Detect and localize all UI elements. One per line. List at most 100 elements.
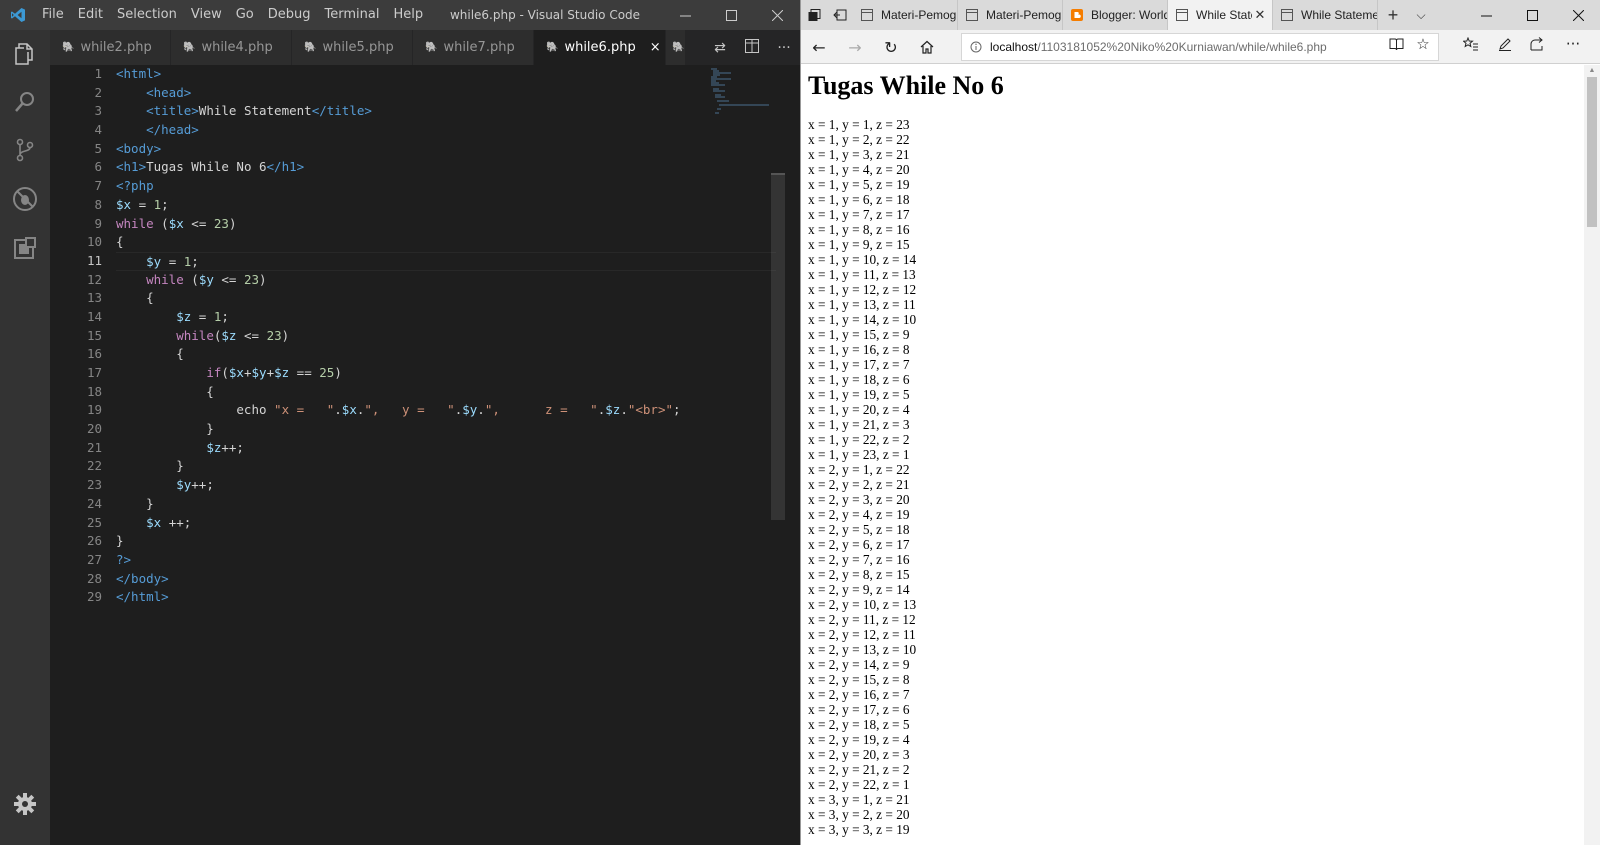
favorite-star-icon[interactable]: ☆ — [1413, 34, 1433, 54]
extensions-icon[interactable] — [0, 224, 50, 272]
code-line[interactable]: } — [116, 457, 776, 476]
debug-icon[interactable] — [0, 175, 50, 223]
tab-while7[interactable]: 🐘 while7.php — [413, 30, 534, 65]
code-area[interactable]: <html> <head> <title>While Statement</ti… — [116, 65, 776, 607]
search-icon[interactable] — [0, 78, 50, 126]
minimize-button[interactable] — [662, 0, 708, 30]
code-line[interactable]: } — [116, 532, 776, 551]
code-line[interactable]: } — [116, 495, 776, 514]
code-line[interactable]: <body> — [116, 140, 776, 159]
menu-debug[interactable]: Debug — [261, 0, 318, 30]
forward-arrow-icon[interactable]: → — [837, 30, 873, 64]
menu-terminal[interactable]: Terminal — [318, 0, 387, 30]
scrollbar-thumb[interactable] — [1587, 77, 1597, 227]
web-note-pen-icon[interactable] — [1495, 34, 1515, 54]
code-line[interactable]: { — [116, 289, 776, 308]
line-number: 22 — [86, 458, 102, 474]
code-line[interactable]: $y = 1; — [116, 251, 776, 271]
code-line[interactable]: <head> — [116, 84, 776, 103]
code-line[interactable]: while ($y <= 23) — [116, 271, 776, 290]
browser-minimize-button[interactable] — [1463, 0, 1509, 30]
home-icon[interactable] — [909, 30, 945, 64]
tab-while4[interactable]: 🐘 while4.php — [171, 30, 292, 65]
page-scrollbar[interactable]: ▲ — [1584, 65, 1600, 845]
maximize-button[interactable] — [708, 0, 754, 30]
tab-while6[interactable]: 🐘 while6.php × — [534, 30, 666, 65]
code-line[interactable]: { — [116, 345, 776, 364]
code-editor[interactable]: 1 2 3 4 5 6 7 8 9 10 11 12 13 14 15 16 17 18 19 20 21 22 23 24 2… — [50, 65, 785, 845]
new-tab-plus-icon[interactable]: + — [1378, 0, 1408, 30]
menu-file[interactable]: File — [35, 0, 71, 30]
code-line[interactable]: $z++; — [116, 439, 776, 458]
editor-scrollbar[interactable] — [771, 175, 785, 520]
close-tab-icon[interactable]: ✕ — [1252, 7, 1268, 23]
tab-close-icon[interactable]: × — [650, 40, 661, 55]
code-line[interactable]: <title>While Statement</title> — [116, 102, 776, 121]
explorer-icon[interactable] — [0, 30, 50, 78]
browser-tab-blogger[interactable]: Blogger: World — [1063, 0, 1168, 30]
refresh-icon[interactable]: ↻ — [873, 30, 909, 64]
tab-preview-icon[interactable] — [801, 0, 827, 30]
browser-close-button[interactable] — [1555, 0, 1600, 30]
more-actions-icon[interactable]: ··· — [768, 40, 800, 56]
code-line[interactable]: $x = 1; — [116, 196, 776, 215]
source-control-icon[interactable] — [0, 126, 50, 174]
minimap[interactable] — [711, 67, 771, 117]
code-line[interactable]: echo "x = ".$x.", y = ".$y.", z = ".$z."… — [116, 401, 776, 420]
tab-while2[interactable]: 🐘 while2.php — [50, 30, 171, 65]
menu-view[interactable]: View — [184, 0, 229, 30]
code-line[interactable]: { — [116, 383, 776, 402]
tab-overflow[interactable]: 🐘 — [666, 30, 686, 65]
settings-gear-icon[interactable] — [0, 780, 50, 828]
code-line[interactable]: </head> — [116, 121, 776, 140]
settings-more-icon[interactable]: ··· — [1563, 34, 1583, 54]
back-arrow-icon[interactable]: ← — [801, 30, 837, 64]
reading-view-icon[interactable] — [1386, 34, 1406, 54]
browser-tab-title: While State — [1196, 8, 1252, 22]
code-line[interactable]: <html> — [116, 65, 776, 84]
code-line[interactable]: { — [116, 233, 776, 252]
code-line[interactable]: <?php — [116, 177, 776, 196]
code-line[interactable]: while ($x <= 23) — [116, 215, 776, 234]
code-line[interactable]: while($z <= 23) — [116, 327, 776, 346]
code-line[interactable]: $x ++; — [116, 514, 776, 533]
browser-tab-materi-2[interactable]: Materi-Pemogr — [958, 0, 1063, 30]
address-bar[interactable]: localhost/1103181052%20Niko%20Kurniawan/… — [961, 33, 1439, 61]
code-line[interactable]: if($x+$y+$z == 25) — [116, 364, 776, 383]
close-window-button[interactable] — [754, 0, 800, 30]
menu-selection[interactable]: Selection — [110, 0, 184, 30]
code-line[interactable]: </body> — [116, 570, 776, 589]
menu-go[interactable]: Go — [229, 0, 261, 30]
favorites-hub-icon[interactable] — [1461, 34, 1481, 54]
menu-edit[interactable]: Edit — [71, 0, 110, 30]
browser-tab-while-2[interactable]: While Statemer — [1273, 0, 1378, 30]
code-line[interactable]: ?> — [116, 551, 776, 570]
code-line[interactable]: <h1>Tugas While No 6</h1> — [116, 158, 776, 177]
tab-while5[interactable]: 🐘 while5.php — [292, 30, 413, 65]
code-token: 23 — [213, 215, 229, 231]
code-token: <body> — [116, 140, 162, 156]
share-icon[interactable] — [1527, 34, 1547, 54]
vscode-logo-icon[interactable] — [0, 0, 35, 30]
code-line[interactable]: } — [116, 420, 776, 439]
code-line[interactable]: </html> — [116, 588, 776, 607]
address-url[interactable]: localhost/1103181052%20Niko%20Kurniawan/… — [990, 40, 1327, 54]
browser-toolbar: ← → ↻ localhost/1103181052%20Niko%20Kurn… — [801, 30, 1600, 64]
open-changes-icon[interactable]: ⇄ — [704, 40, 736, 56]
code-line[interactable]: $y++; — [116, 476, 776, 495]
output-line: x = 2, y = 14, z = 9 — [808, 657, 910, 672]
chevron-down-icon[interactable]: ⌵ — [1408, 0, 1434, 30]
scroll-up-arrow-icon[interactable]: ▲ — [1584, 65, 1600, 75]
browser-maximize-button[interactable] — [1509, 0, 1555, 30]
code-line[interactable]: $z = 1; — [116, 308, 776, 327]
browser-tab-materi-1[interactable]: Materi-Pemogr — [853, 0, 958, 30]
line-number-gutter: 1 2 3 4 5 6 7 8 9 10 11 12 13 14 15 16 17 18 19 20 21 22 23 24 2… — [50, 65, 102, 607]
set-tabs-aside-icon[interactable] — [827, 0, 853, 30]
code-token: Tugas While No 6 — [146, 159, 267, 175]
code-token: While Statement — [198, 103, 312, 119]
split-editor-icon[interactable] — [736, 38, 768, 57]
browser-tab-while-active[interactable]: While State ✕ — [1168, 0, 1273, 30]
close-icon — [771, 9, 783, 21]
site-info-icon[interactable] — [962, 41, 990, 53]
